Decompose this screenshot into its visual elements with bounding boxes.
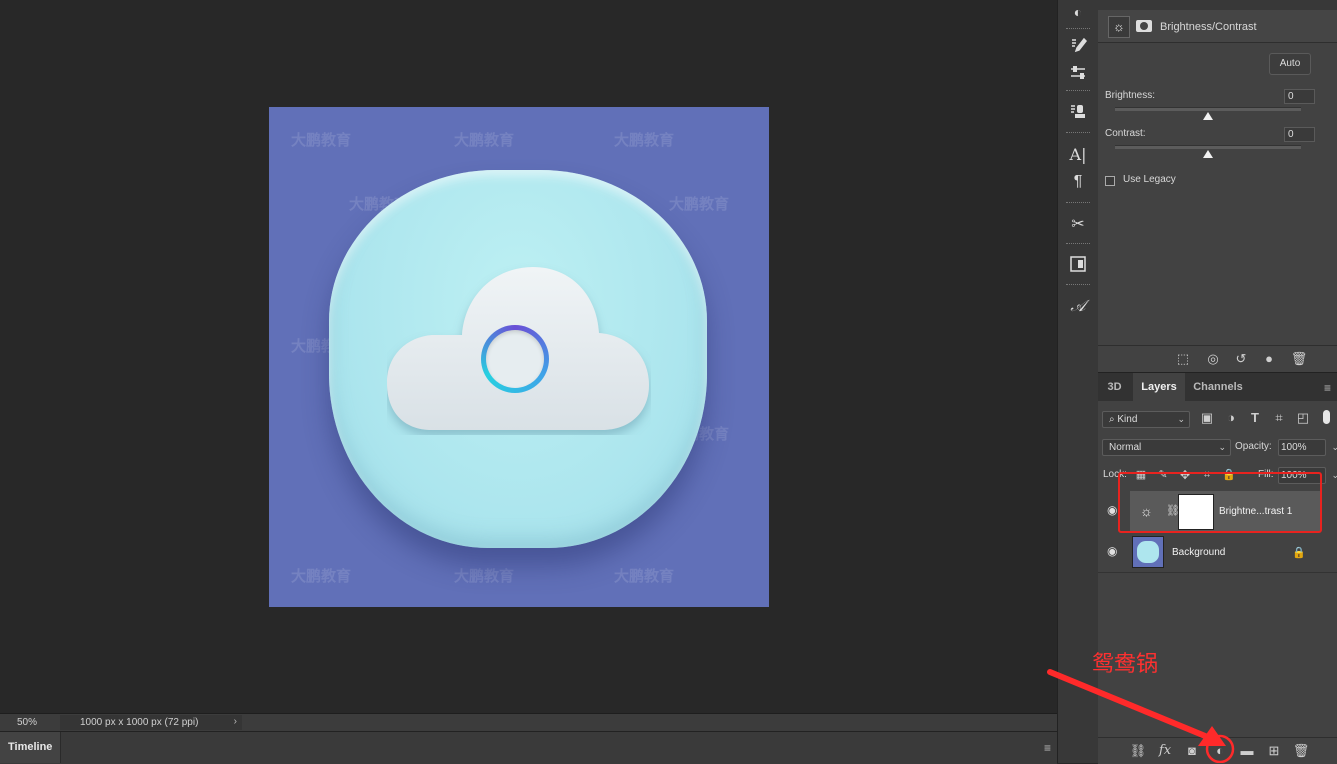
watermark: 大鹏教育 [614, 132, 675, 149]
brightness-slider[interactable] [1115, 107, 1301, 111]
trash-icon[interactable]: 🗑 [1290, 351, 1308, 367]
document-size: 1000 px x 1000 px (72 ppi) [80, 717, 199, 728]
artboard-icon[interactable] [1066, 252, 1090, 276]
new-layer-icon[interactable]: ⊞ [1265, 743, 1283, 759]
grip[interactable] [1066, 202, 1090, 205]
contrast-slider-thumb[interactable] [1203, 150, 1213, 158]
timeline-label: Timeline [8, 741, 53, 753]
canvas-area[interactable]: 大鹏教育 大鹏教育 大鹏教育 大鹏教育 大鹏教育 大鹏教育 大鹏教育 大鹏教育 … [0, 0, 1057, 713]
layer-name[interactable]: Background [1172, 547, 1225, 558]
brightness-field[interactable]: 0 [1284, 89, 1315, 104]
watermark: 大鹏教育 [669, 196, 730, 213]
filter-toggle[interactable] [1323, 410, 1330, 424]
auto-button[interactable]: Auto [1269, 53, 1311, 75]
properties-title: Brightness/Contrast [1160, 21, 1257, 33]
use-legacy-checkbox[interactable] [1105, 176, 1115, 186]
chevron-down-icon[interactable]: ⌄ [1331, 468, 1337, 483]
reset-icon[interactable]: ↺ [1232, 351, 1250, 367]
annotation-text: 鸳鸯锅 [1092, 652, 1159, 677]
ring-icon [481, 325, 549, 393]
watermark: 大鹏教育 [291, 568, 352, 585]
watermark: 大鹏教育 [614, 568, 675, 585]
brightness-label: Brightness: [1105, 90, 1156, 101]
tab-channels[interactable]: Channels [1187, 373, 1249, 401]
contrast-field[interactable]: 0 [1284, 127, 1315, 142]
eye-icon[interactable]: ◉ [1107, 545, 1121, 557]
properties-tab-strip [1098, 0, 1337, 10]
filter-shape-icon[interactable]: ⌗ [1270, 410, 1288, 426]
chevron-right-icon[interactable]: › [234, 716, 237, 727]
watermark: 大鹏教育 [454, 132, 515, 149]
lock-icon: 🔒 [1292, 547, 1306, 559]
visibility-eye-icon[interactable]: ● [1260, 351, 1278, 367]
panel-menu-icon[interactable]: ≡ [1324, 381, 1331, 395]
layer-thumbnail[interactable] [1132, 536, 1164, 568]
grip[interactable] [1066, 90, 1090, 93]
clone-source-icon[interactable] [1066, 100, 1090, 124]
document-canvas[interactable]: 大鹏教育 大鹏教育 大鹏教育 大鹏教育 大鹏教育 大鹏教育 大鹏教育 大鹏教育 … [269, 107, 769, 607]
properties-header: ☼ Brightness/Contrast [1098, 10, 1337, 43]
opacity-field[interactable]: 100% ⌄ [1278, 439, 1337, 456]
brightness-slider-thumb[interactable] [1203, 112, 1213, 120]
opacity-value: 100% [1281, 442, 1307, 453]
character-icon[interactable]: A| [1066, 142, 1090, 166]
filter-type-icon[interactable]: T [1246, 410, 1264, 426]
properties-panel: ☼ Brightness/Contrast Auto Brightness: 0… [1098, 0, 1337, 372]
filter-kind-dropdown[interactable]: ⌕ Kind ⌄ [1102, 411, 1190, 428]
grip[interactable] [1066, 243, 1090, 246]
grip[interactable] [1066, 132, 1090, 135]
use-legacy-label: Use Legacy [1123, 174, 1176, 185]
zoom-level[interactable]: 50% [17, 717, 37, 728]
glyphs-icon[interactable]: 𝒜 [1066, 294, 1090, 318]
timeline-panel: Timeline ≡ [0, 731, 1057, 764]
layers-panel-tabs: 3D Layers Channels ≡ [1098, 372, 1337, 401]
annotation-highlight-box [1118, 472, 1322, 533]
chevron-down-icon: ⌄ [1177, 414, 1185, 424]
watermark: 大鹏教育 [454, 568, 515, 585]
contrast-label: Contrast: [1105, 128, 1146, 139]
clip-to-layer-icon[interactable]: ⬚ [1174, 351, 1192, 367]
tab-layers[interactable]: Layers [1133, 373, 1185, 401]
contrast-slider[interactable] [1115, 145, 1301, 149]
brush-settings-icon[interactable] [1066, 34, 1090, 58]
filter-pixel-icon[interactable]: ▣ [1198, 410, 1216, 426]
status-bar: 50% 1000 px x 1000 px (72 ppi) › [0, 713, 1057, 732]
adjustments-sliders-icon[interactable] [1066, 61, 1090, 85]
history-icon[interactable]: ◐ [1066, 0, 1090, 24]
chevron-down-icon[interactable]: ⌄ [1331, 440, 1337, 455]
tool-presets-icon[interactable]: ✂ [1066, 212, 1090, 236]
blend-mode-value: Normal [1109, 442, 1142, 453]
document-info[interactable]: 1000 px x 1000 px (72 ppi) › [60, 715, 242, 730]
grip[interactable] [1066, 284, 1090, 287]
tab-3d[interactable]: 3D [1098, 373, 1131, 401]
view-previous-icon[interactable]: ◎ [1204, 351, 1222, 367]
filter-adjustment-icon[interactable]: ◑ [1222, 410, 1240, 426]
mask-icon[interactable] [1136, 20, 1152, 32]
blend-mode-dropdown[interactable]: Normal ⌄ [1102, 439, 1231, 456]
tab-timeline[interactable]: Timeline [0, 732, 61, 763]
filter-kind-value: Kind [1117, 414, 1138, 425]
properties-footer: ⬚ ◎ ↺ ● 🗑 [1098, 345, 1337, 372]
chevron-down-icon: ⌄ [1218, 442, 1226, 452]
brightness-contrast-icon: ☼ [1108, 16, 1130, 38]
grip[interactable] [1066, 28, 1090, 31]
watermark: 大鹏教育 [291, 132, 352, 149]
paragraph-icon[interactable]: ¶ [1066, 170, 1090, 194]
opacity-label: Opacity: [1235, 441, 1272, 452]
filter-smart-object-icon[interactable]: ◰ [1294, 410, 1312, 426]
trash-icon[interactable]: 🗑 [1292, 743, 1310, 759]
layer-row-background[interactable]: ◉ Background 🔒 [1098, 532, 1337, 573]
